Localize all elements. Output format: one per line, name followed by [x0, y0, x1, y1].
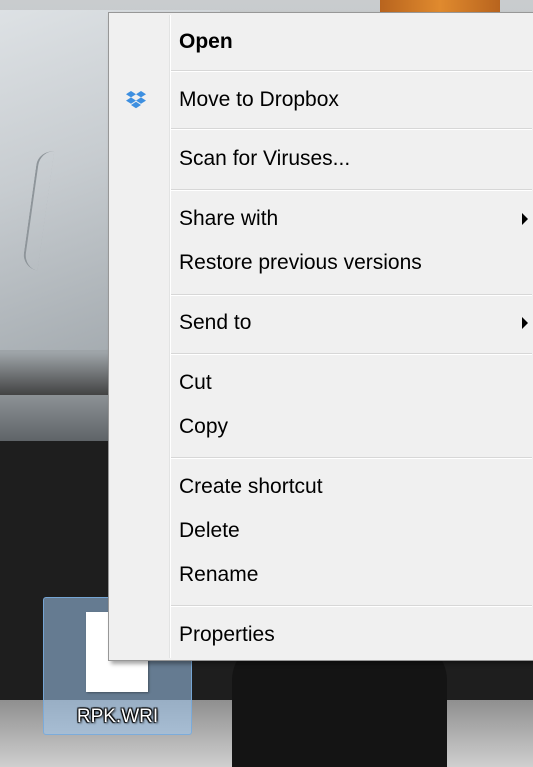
- menu-separator: [171, 353, 532, 355]
- menu-item-label: Scan for Viruses...: [179, 147, 351, 170]
- chevron-right-icon: [522, 213, 528, 225]
- menu-separator: [171, 605, 532, 607]
- menu-separator: [171, 457, 532, 459]
- chevron-right-icon: [522, 317, 528, 329]
- menu-item-label: Open: [179, 30, 233, 53]
- menu-item-delete[interactable]: Delete: [111, 509, 530, 553]
- menu-separator: [171, 189, 532, 191]
- menu-item-label: Rename: [179, 563, 259, 586]
- menu-item-share-with[interactable]: Share with: [111, 197, 530, 241]
- menu-separator: [171, 294, 532, 296]
- menu-item-label: Copy: [179, 415, 229, 438]
- menu-item-properties[interactable]: Properties: [111, 613, 530, 657]
- menu-item-label: Restore previous versions: [179, 251, 422, 274]
- menu-item-label: Delete: [179, 519, 240, 542]
- menu-item-send-to[interactable]: Send to: [111, 301, 530, 345]
- menu-item-scan-for-viruses[interactable]: Scan for Viruses...: [111, 137, 530, 181]
- menu-item-create-shortcut[interactable]: Create shortcut: [111, 465, 530, 509]
- dropbox-icon: [125, 90, 147, 110]
- menu-item-cut[interactable]: Cut: [111, 361, 530, 405]
- file-name-label: RPK.WRI: [76, 706, 159, 727]
- menu-item-label: Cut: [179, 371, 212, 394]
- menu-item-label: Send to: [179, 311, 252, 334]
- menu-separator: [171, 70, 532, 72]
- menu-item-label: Create shortcut: [179, 475, 323, 498]
- menu-item-move-to-dropbox[interactable]: Move to Dropbox: [111, 78, 530, 122]
- menu-item-rename[interactable]: Rename: [111, 553, 530, 597]
- menu-item-label: Move to Dropbox: [179, 88, 339, 111]
- menu-item-restore-previous-versions[interactable]: Restore previous versions: [111, 241, 530, 285]
- menu-item-label: Properties: [179, 623, 275, 646]
- menu-item-label: Share with: [179, 207, 279, 230]
- menu-item-open[interactable]: Open: [111, 20, 530, 64]
- context-menu: Open Move to Dropbox Scan for Viruses...…: [108, 12, 533, 661]
- menu-separator: [171, 128, 532, 130]
- menu-item-copy[interactable]: Copy: [111, 405, 530, 449]
